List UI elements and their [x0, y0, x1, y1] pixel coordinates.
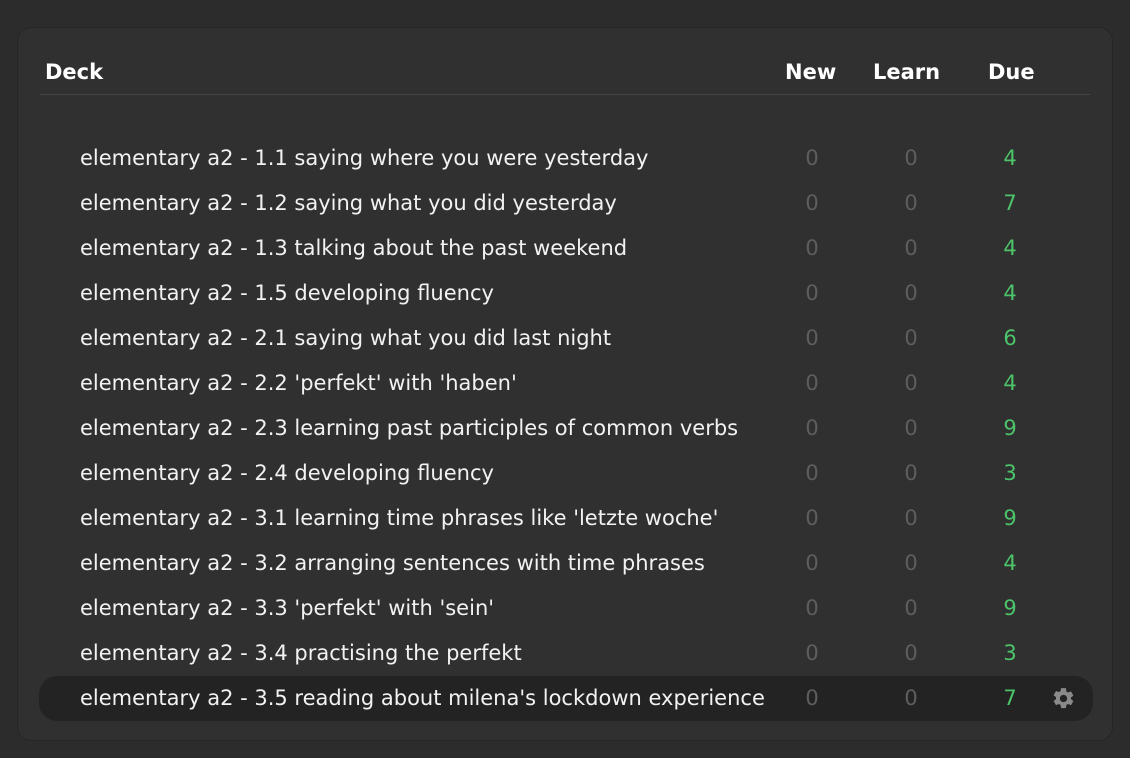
- deck-row[interactable]: elementary a2 - 2.3 learning past partic…: [39, 406, 1093, 451]
- deck-new-count: 0: [805, 416, 819, 440]
- deck-new-count: 0: [805, 281, 819, 305]
- deck-browser-panel: Deck New Learn Due elementary a2 - 1.1 s…: [17, 27, 1113, 741]
- deck-due-count: 7: [1003, 686, 1017, 710]
- deck-learn-count: 0: [904, 416, 918, 440]
- deck-new-count: 0: [805, 371, 819, 395]
- deck-name[interactable]: elementary a2 - 1.2 saying what you did …: [80, 181, 617, 226]
- header-deck: Deck: [45, 60, 104, 84]
- header-new: New: [785, 60, 837, 84]
- header-due: Due: [988, 60, 1035, 84]
- deck-list: elementary a2 - 1.1 saying where you wer…: [39, 136, 1093, 721]
- deck-row[interactable]: elementary a2 - 3.5 reading about milena…: [39, 676, 1093, 721]
- deck-name[interactable]: elementary a2 - 3.4 practising the perfe…: [80, 631, 522, 676]
- deck-due-count: 9: [1003, 506, 1017, 530]
- deck-row[interactable]: elementary a2 - 3.4 practising the perfe…: [39, 631, 1093, 676]
- deck-due-count: 6: [1003, 326, 1017, 350]
- deck-learn-count: 0: [904, 236, 918, 260]
- deck-due-count: 7: [1003, 191, 1017, 215]
- deck-due-count: 4: [1003, 281, 1017, 305]
- deck-learn-count: 0: [904, 596, 918, 620]
- deck-due-count: 4: [1003, 371, 1017, 395]
- deck-row[interactable]: elementary a2 - 1.5 developing fluency 0…: [39, 271, 1093, 316]
- deck-new-count: 0: [805, 146, 819, 170]
- deck-new-count: 0: [805, 191, 819, 215]
- deck-name[interactable]: elementary a2 - 1.3 talking about the pa…: [80, 226, 627, 271]
- deck-learn-count: 0: [904, 371, 918, 395]
- deck-due-count: 4: [1003, 551, 1017, 575]
- deck-due-count: 4: [1003, 146, 1017, 170]
- deck-new-count: 0: [805, 506, 819, 530]
- deck-new-count: 0: [805, 551, 819, 575]
- deck-row[interactable]: elementary a2 - 2.4 developing fluency 0…: [39, 451, 1093, 496]
- deck-learn-count: 0: [904, 281, 918, 305]
- deck-name[interactable]: elementary a2 - 1.1 saying where you wer…: [80, 136, 648, 181]
- deck-due-count: 3: [1003, 641, 1017, 665]
- deck-new-count: 0: [805, 686, 819, 710]
- deck-learn-count: 0: [904, 506, 918, 530]
- deck-due-count: 9: [1003, 416, 1017, 440]
- deck-new-count: 0: [805, 641, 819, 665]
- deck-learn-count: 0: [904, 191, 918, 215]
- deck-row[interactable]: elementary a2 - 3.2 arranging sentences …: [39, 541, 1093, 586]
- deck-table-header: Deck New Learn Due: [40, 28, 1090, 95]
- deck-learn-count: 0: [904, 551, 918, 575]
- deck-name[interactable]: elementary a2 - 3.3 'perfekt' with 'sein…: [80, 586, 494, 631]
- deck-name[interactable]: elementary a2 - 2.3 learning past partic…: [80, 406, 738, 451]
- deck-row[interactable]: elementary a2 - 2.2 'perfekt' with 'habe…: [39, 361, 1093, 406]
- deck-row[interactable]: elementary a2 - 1.2 saying what you did …: [39, 181, 1093, 226]
- deck-new-count: 0: [805, 461, 819, 485]
- deck-name[interactable]: elementary a2 - 2.4 developing fluency: [80, 451, 494, 496]
- deck-new-count: 0: [805, 596, 819, 620]
- deck-row[interactable]: elementary a2 - 3.3 'perfekt' with 'sein…: [39, 586, 1093, 631]
- deck-row[interactable]: elementary a2 - 1.3 talking about the pa…: [39, 226, 1093, 271]
- deck-row[interactable]: elementary a2 - 2.1 saying what you did …: [39, 316, 1093, 361]
- deck-name[interactable]: elementary a2 - 2.1 saying what you did …: [80, 316, 611, 361]
- deck-new-count: 0: [805, 326, 819, 350]
- gear-icon[interactable]: [1051, 686, 1076, 711]
- deck-name[interactable]: elementary a2 - 3.2 arranging sentences …: [80, 541, 705, 586]
- deck-row[interactable]: elementary a2 - 1.1 saying where you wer…: [39, 136, 1093, 181]
- deck-due-count: 9: [1003, 596, 1017, 620]
- deck-learn-count: 0: [904, 326, 918, 350]
- deck-name[interactable]: elementary a2 - 1.5 developing fluency: [80, 271, 494, 316]
- deck-learn-count: 0: [904, 461, 918, 485]
- deck-name[interactable]: elementary a2 - 3.5 reading about milena…: [80, 676, 765, 721]
- deck-new-count: 0: [805, 236, 819, 260]
- deck-row[interactable]: elementary a2 - 3.1 learning time phrase…: [39, 496, 1093, 541]
- deck-due-count: 4: [1003, 236, 1017, 260]
- deck-learn-count: 0: [904, 686, 918, 710]
- deck-due-count: 3: [1003, 461, 1017, 485]
- deck-learn-count: 0: [904, 641, 918, 665]
- deck-learn-count: 0: [904, 146, 918, 170]
- deck-name[interactable]: elementary a2 - 2.2 'perfekt' with 'habe…: [80, 361, 517, 406]
- header-learn: Learn: [873, 60, 941, 84]
- deck-name[interactable]: elementary a2 - 3.1 learning time phrase…: [80, 496, 718, 541]
